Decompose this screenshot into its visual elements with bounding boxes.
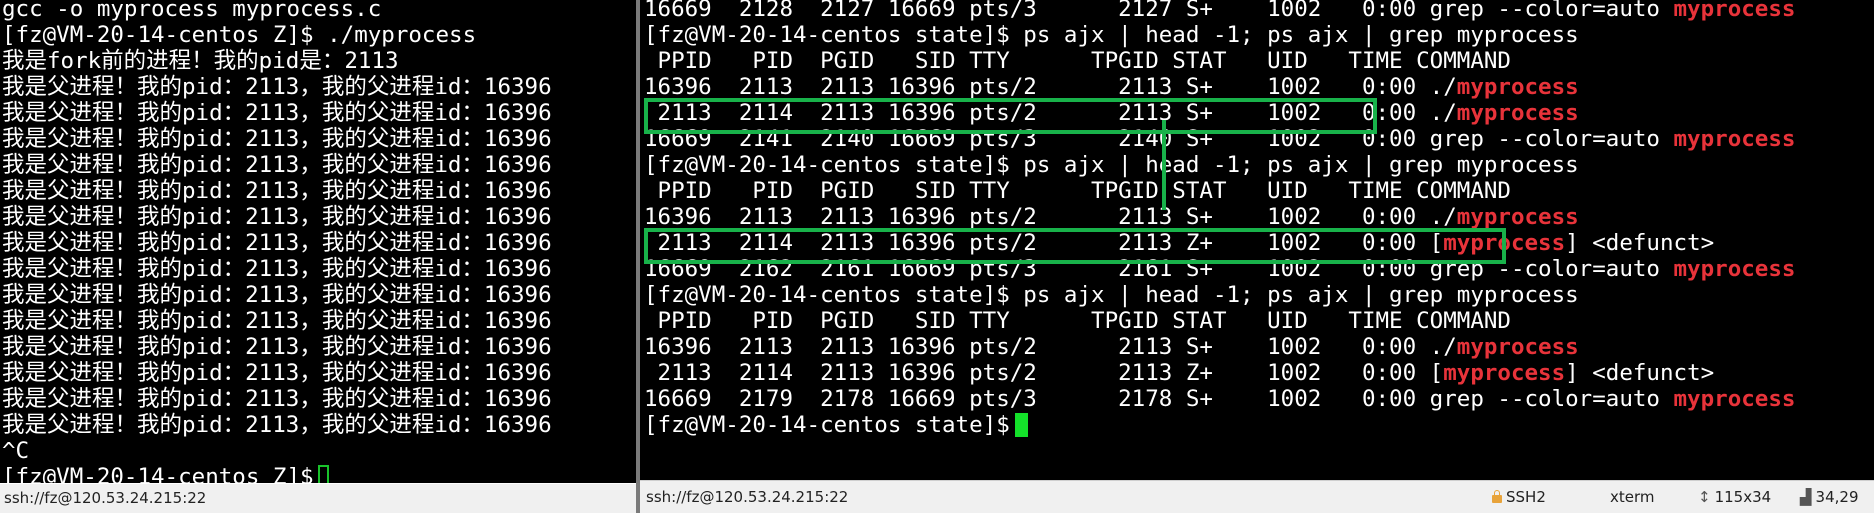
highlighted-match: myprocess (1456, 204, 1579, 230)
line-text: PPID PID PGID SID TTY TPGID STAT UID TIM… (644, 178, 1511, 204)
highlighted-match: myprocess (1673, 386, 1796, 412)
left-status-bar: ssh://fz@120.53.24.215:22 (0, 484, 636, 513)
left-terminal-line: 我是父进程！我的pid：2113，我的父进程id：16396 (2, 256, 552, 282)
highlighted-match: myprocess (1443, 360, 1566, 386)
right-terminal-line: 16396 2113 2113 16396 pts/2 2113 S+ 1002… (644, 334, 1579, 360)
line-text: 16396 2113 2113 16396 pts/2 2113 S+ 1002… (644, 74, 1457, 100)
highlighted-match: myprocess (1673, 126, 1796, 152)
lock-icon (1492, 490, 1502, 503)
line-text: 16669 2128 2127 16669 pts/3 2127 S+ 1002… (644, 0, 1674, 22)
line-text: ] <defunct> (1565, 230, 1715, 256)
right-terminal[interactable]: 16669 2128 2127 16669 pts/3 2127 S+ 1002… (640, 0, 1874, 480)
right-terminal-line: 16396 2113 2113 16396 pts/2 2113 S+ 1002… (644, 74, 1579, 100)
highlighted-match: myprocess (1456, 74, 1579, 100)
left-terminal-line: 我是父进程！我的pid：2113，我的父进程id：16396 (2, 334, 552, 360)
line-text: PPID PID PGID SID TTY TPGID STAT UID TIM… (644, 48, 1511, 74)
left-terminal-line: 我是父进程！我的pid：2113，我的父进程id：16396 (2, 282, 552, 308)
highlighted-match: myprocess (1673, 256, 1796, 282)
left-terminal-line: 我是父进程！我的pid：2113，我的父进程id：16396 (2, 412, 552, 438)
right-terminal-line: 2113 2114 2113 16396 pts/2 2113 Z+ 1002 … (644, 360, 1715, 386)
line-text: ] <defunct> (1565, 360, 1715, 386)
cursor-position-text: 34,29 (1815, 488, 1859, 506)
highlighted-match: myprocess (1456, 100, 1579, 126)
terminal-size-text: 115x34 (1714, 488, 1772, 506)
left-terminal-line: 我是父进程！我的pid：2113，我的父进程id：16396 (2, 230, 552, 256)
line-text: 2113 2114 2113 16396 pts/2 2113 Z+ 1002 … (644, 360, 1444, 386)
terminal-size-indicator: ↕ 115x34 (1698, 481, 1771, 514)
right-terminal-cursor (1015, 413, 1028, 437)
line-text: [fz@VM-20-14-centos state]$ (644, 412, 1024, 438)
left-terminal-line: 我是父进程！我的pid：2113，我的父进程id：16396 (2, 204, 552, 230)
left-terminal[interactable]: gcc -o myprocess myprocess.c [fz@VM-20-14… (0, 0, 636, 483)
left-terminal-line: 我是父进程！我的pid：2113，我的父进程id：16396 (2, 178, 552, 204)
line-text: 16669 2179 2178 16669 pts/3 2178 S+ 1002… (644, 386, 1674, 412)
left-terminal-line: 我是父进程！我的pid：2113，我的父进程id：16396 (2, 100, 552, 126)
left-terminal-line: 我是父进程！我的pid：2113，我的父进程id：16396 (2, 386, 552, 412)
left-terminal-line: [fz@VM-20-14-centos Z]$ (2, 464, 328, 483)
left-terminal-line: 我是fork前的进程！我的pid是：2113 (2, 48, 399, 74)
terminal-type-text: xterm (1610, 488, 1655, 506)
right-status-bar: ssh://fz@120.53.24.215:22 SSH2 xterm ↕ 11… (640, 480, 1874, 513)
annotation-connector-line (1162, 120, 1166, 210)
line-text: 16396 2113 2113 16396 pts/2 2113 S+ 1002… (644, 204, 1457, 230)
annotation-highlight-box (644, 228, 1506, 264)
left-terminal-cursor (318, 465, 329, 483)
line-text: PPID PID PGID SID TTY TPGID STAT UID TIM… (644, 308, 1511, 334)
right-terminal-line: 16396 2113 2113 16396 pts/2 2113 S+ 1002… (644, 204, 1579, 230)
right-terminal-line: PPID PID PGID SID TTY TPGID STAT UID TIM… (644, 48, 1511, 74)
left-terminal-line: 我是父进程！我的pid：2113，我的父进程id：16396 (2, 126, 552, 152)
right-terminal-line: 16669 2179 2178 16669 pts/3 2178 S+ 1002… (644, 386, 1795, 412)
left-terminal-line: 我是父进程！我的pid：2113，我的父进程id：16396 (2, 308, 552, 334)
line-text: [fz@VM-20-14-centos state]$ ps ajx | hea… (644, 152, 1579, 178)
right-terminal-line: [fz@VM-20-14-centos state]$ (644, 412, 1023, 438)
protocol-text: SSH2 (1506, 488, 1546, 506)
left-terminal-line: 我是父进程！我的pid：2113，我的父进程id：16396 (2, 152, 552, 178)
right-terminal-line: 16669 2128 2127 16669 pts/3 2127 S+ 1002… (644, 0, 1795, 22)
line-text: 16396 2113 2113 16396 pts/2 2113 S+ 1002… (644, 334, 1457, 360)
resize-icon: ↕ (1698, 488, 1711, 506)
left-connection-text: ssh://fz@120.53.24.215:22 (4, 489, 207, 507)
highlighted-match: myprocess (1456, 334, 1579, 360)
right-terminal-line: [fz@VM-20-14-centos state]$ ps ajx | hea… (644, 282, 1579, 308)
highlighted-match: myprocess (1673, 0, 1796, 22)
left-terminal-line: [fz@VM-20-14-centos Z]$ ./myprocess (2, 22, 477, 48)
left-terminal-line: gcc -o myprocess myprocess.c (2, 0, 382, 22)
protocol-indicator: SSH2 (1492, 481, 1546, 514)
left-terminal-line: 我是父进程！我的pid：2113，我的父进程id：16396 (2, 74, 552, 100)
right-terminal-line: [fz@VM-20-14-centos state]$ ps ajx | hea… (644, 152, 1579, 178)
right-connection-text: ssh://fz@120.53.24.215:22 (646, 488, 849, 506)
line-text: [fz@VM-20-14-centos state]$ ps ajx | hea… (644, 282, 1579, 308)
line-text: [fz@VM-20-14-centos state]$ ps ajx | hea… (644, 22, 1579, 48)
right-terminal-line: PPID PID PGID SID TTY TPGID STAT UID TIM… (644, 178, 1511, 204)
right-terminal-line: PPID PID PGID SID TTY TPGID STAT UID TIM… (644, 308, 1511, 334)
left-terminal-line: ^C (2, 438, 30, 464)
left-terminal-line: 我是父进程！我的pid：2113，我的父进程id：16396 (2, 360, 552, 386)
cursor-position-indicator: ▟ 34,29 (1800, 481, 1859, 514)
cursor-position-icon: ▟ (1800, 488, 1812, 506)
right-terminal-line: [fz@VM-20-14-centos state]$ ps ajx | hea… (644, 22, 1579, 48)
annotation-highlight-box (644, 98, 1377, 134)
